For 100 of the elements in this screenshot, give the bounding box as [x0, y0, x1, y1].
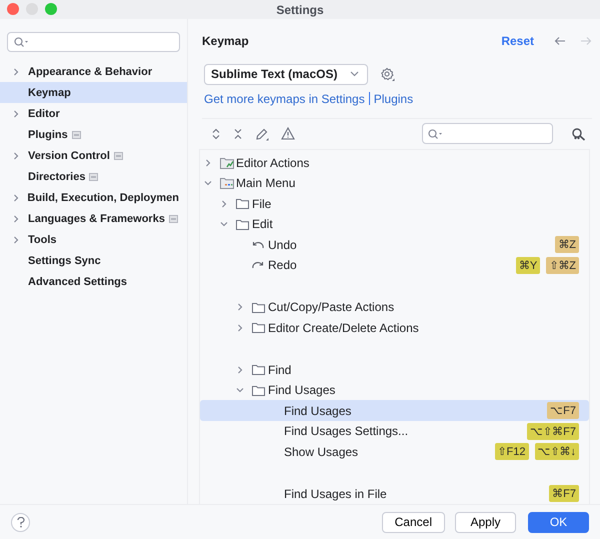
settings-link[interactable]: Get more keymaps in Settings: [204, 92, 365, 106]
chevron-right-icon[interactable]: [12, 194, 20, 202]
chevron-down-icon[interactable]: [204, 179, 212, 188]
window-title: Settings: [276, 2, 324, 16]
warning-icon[interactable]: [281, 127, 295, 140]
folder-icon: [220, 177, 234, 190]
project-icon: [114, 152, 123, 160]
search-field[interactable]: [7, 32, 180, 52]
reset-link[interactable]: Reset: [501, 34, 534, 48]
sidebar-item[interactable]: Directories: [0, 166, 187, 188]
group-label: Find Usages: [268, 383, 336, 398]
folder-icon: [220, 156, 234, 169]
expand-all-icon[interactable]: [211, 128, 221, 140]
sidebar-item[interactable]: Settings Sync: [0, 250, 187, 272]
shortcut-badge: ⌘F7: [549, 485, 579, 502]
dialog-button[interactable]: Cancel: [382, 512, 445, 532]
chevron-right-icon[interactable]: [12, 152, 20, 160]
ok-button[interactable]: OK: [528, 512, 589, 532]
keymap-dropdown[interactable]: Sublime Text (macOS): [204, 64, 368, 85]
chevron-right-icon[interactable]: [12, 110, 20, 118]
shortcut-badge: ⌘Z: [555, 236, 579, 254]
close-button[interactable]: [7, 3, 19, 15]
sidebar-item[interactable]: Tools: [0, 230, 187, 251]
chevron-right-icon[interactable]: [236, 324, 244, 332]
chevron-right-icon[interactable]: [236, 366, 244, 374]
tree-row[interactable]: Find: [200, 359, 589, 380]
undo-icon: [252, 240, 264, 249]
group-label: File: [252, 196, 272, 211]
action-label: Find Usages Settings...: [284, 424, 408, 438]
tree-row[interactable]: Editor Actions: [200, 152, 589, 173]
tree-row[interactable]: Main Menu: [200, 172, 589, 194]
chevron-right-icon[interactable]: [12, 236, 20, 244]
tree-row[interactable]: Show Usages ⇧F12 ⌥⇧⌘↓: [200, 441, 589, 462]
sidebar-item[interactable]: Plugins: [0, 124, 187, 146]
sidebar-item[interactable]: Languages & Frameworks: [0, 208, 187, 230]
group-label: Main Menu: [236, 176, 296, 190]
chevron-right-icon[interactable]: [204, 158, 212, 167]
group-label: Find: [268, 362, 292, 377]
chevron-right-icon[interactable]: [12, 215, 20, 224]
sidebar-item[interactable]: Keymap: [0, 82, 187, 104]
chevron-right-icon[interactable]: [236, 303, 244, 312]
action-label: Find Usages: [284, 404, 352, 418]
search-field[interactable]: [422, 123, 553, 144]
group-label: Cut/Copy/Paste Actions: [268, 300, 394, 314]
project-icon: [72, 130, 81, 139]
shortcut-badge: ⌥F7: [547, 402, 579, 420]
sidebar-item[interactable]: Version Control: [0, 145, 187, 166]
help-button[interactable]: [11, 512, 30, 532]
chevron-right-icon[interactable]: [12, 68, 20, 76]
question-icon: [16, 516, 24, 528]
collapse-all-icon[interactable]: [233, 128, 243, 140]
zoom-button[interactable]: [45, 3, 57, 15]
tree-row[interactable]: Editor Create/Delete Actions: [200, 317, 589, 338]
tree-row[interactable]: File: [200, 193, 589, 214]
tree-row[interactable]: Redo ⌘Y ⇧⌘Z: [200, 254, 589, 276]
action-label: Redo: [268, 258, 297, 272]
folder-icon: [252, 302, 265, 313]
plugins-link[interactable]: Plugins: [374, 92, 414, 106]
redo-icon: [252, 261, 264, 270]
tree-row[interactable]: Find Usages ⌥F7: [200, 400, 589, 421]
chevron-down-icon[interactable]: [220, 220, 228, 228]
shortcut-badge: ⇧⌘Z: [546, 256, 579, 274]
chevron-down-icon: [350, 71, 359, 78]
gear-icon[interactable]: [380, 66, 395, 82]
tree-row[interactable]: Cut/Copy/Paste Actions: [200, 296, 589, 318]
pencil-icon[interactable]: [255, 126, 269, 141]
sidebar-item[interactable]: Advanced Settings: [0, 272, 187, 294]
dialog-button[interactable]: Apply: [455, 512, 516, 532]
action-label: Find Usages in File: [284, 486, 387, 501]
project-icon: [89, 173, 98, 182]
sidebar-item[interactable]: Build, Execution, Deploymen: [0, 188, 187, 209]
shortcut-badge: ⌘Y: [516, 256, 540, 274]
shortcut-badge: ⌥⇧⌘F7: [527, 422, 579, 440]
sidebar-item[interactable]: Editor: [0, 103, 187, 124]
folder-icon: [252, 384, 265, 396]
tree-row[interactable]: Find Usages Settings... ⌥⇧⌘F7: [200, 420, 589, 442]
folder-icon: [236, 198, 249, 210]
chevron-right-icon[interactable]: [220, 200, 228, 208]
project-icon: [168, 215, 178, 224]
find-shortcut-icon[interactable]: [571, 126, 586, 141]
group-label: Edit: [252, 217, 273, 232]
shortcut-badge: ⌥⇧⌘↓: [534, 443, 579, 460]
action-label: Show Usages: [284, 444, 358, 459]
sidebar-item[interactable]: Appearance & Behavior: [0, 61, 187, 82]
page-title: Keymap: [202, 34, 250, 48]
tree-row[interactable]: Undo ⌘Z: [200, 234, 589, 255]
shortcut-badge: ⇧F12: [494, 443, 528, 460]
action-label: Undo: [268, 238, 297, 252]
folder-icon: [252, 322, 265, 334]
search-icon: [14, 37, 29, 47]
group-label: Editor Create/Delete Actions: [268, 320, 419, 335]
tree-row[interactable]: Find Usages in File ⌘F7: [200, 483, 589, 504]
search-icon: [428, 128, 443, 139]
group-label: Editor Actions: [236, 156, 310, 170]
tree-row[interactable]: Find Usages: [200, 380, 589, 400]
chevron-down-icon[interactable]: [236, 386, 244, 394]
folder-icon: [252, 364, 265, 376]
folder-icon: [236, 218, 249, 230]
tree-row[interactable]: Edit: [200, 214, 589, 234]
back-arrow-icon[interactable]: [554, 36, 566, 46]
